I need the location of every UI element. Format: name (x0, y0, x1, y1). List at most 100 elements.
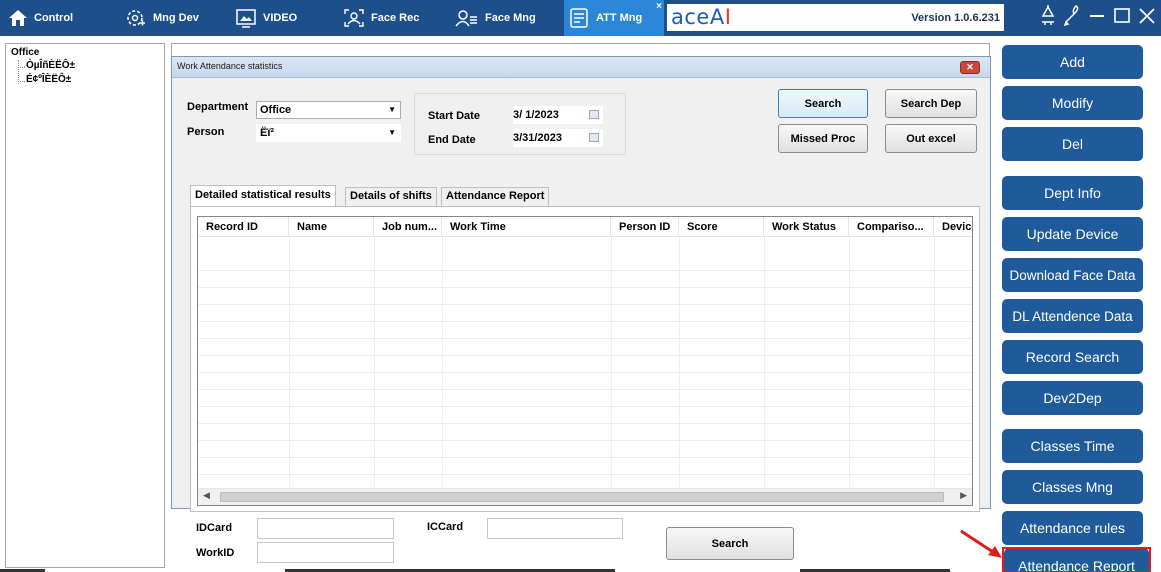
top-navigation-bar: Control Mng Dev VIDEO Face Rec Face Mng … (0, 0, 1161, 36)
classes-time-button[interactable]: Classes Time (1002, 429, 1143, 463)
results-table[interactable]: Record ID Name Job num... Work Time Pers… (197, 216, 973, 506)
tab-close-icon[interactable]: × (656, 1, 662, 12)
tab-detailed-results[interactable]: Detailed statistical results (190, 185, 336, 207)
table-row[interactable] (198, 271, 972, 288)
modify-button[interactable]: Modify (1002, 86, 1143, 120)
attendance-rules-button[interactable]: Attendance rules (1002, 511, 1143, 545)
start-date-label: Start Date (428, 110, 480, 122)
table-row[interactable] (198, 322, 972, 339)
bottom-search-button[interactable]: Search (666, 527, 794, 560)
add-button[interactable]: Add (1002, 45, 1143, 79)
pin-icon[interactable] (1038, 4, 1058, 33)
tab-face-mng[interactable]: Face Mng (455, 0, 555, 36)
column-header[interactable]: Device (934, 217, 972, 237)
scroll-left-icon[interactable]: ◀ (203, 490, 210, 501)
iccard-input[interactable] (487, 518, 623, 539)
column-header[interactable]: Work Status (764, 217, 849, 237)
table-row[interactable] (198, 254, 972, 271)
download-face-data-button[interactable]: Download Face Data (1002, 258, 1143, 292)
search-button[interactable]: Search (778, 89, 868, 118)
table-column-line (679, 237, 680, 487)
table-column-line (289, 237, 290, 487)
department-tree[interactable]: Office ÒµÎñÈËÔ± É¢ºÎÈËÔ± (5, 43, 165, 568)
dl-attendence-data-button[interactable]: DL Attendence Data (1002, 299, 1143, 333)
table-row[interactable] (198, 407, 972, 424)
table-row[interactable] (198, 373, 972, 390)
chevron-down-icon: ▼ (388, 128, 396, 137)
tab-face-rec-label: Face Rec (371, 12, 420, 24)
dialog-close-button[interactable]: ✕ (960, 61, 980, 74)
calendar-icon (589, 110, 599, 119)
annotation-arrow-icon (960, 529, 1002, 558)
tab-attendance-report[interactable]: Attendance Report (441, 187, 550, 206)
face-recognition-icon (343, 8, 365, 28)
tree-node-child-2[interactable]: É¢ºÎÈËÔ± (26, 74, 71, 85)
table-column-line (442, 237, 443, 487)
column-header[interactable]: Person ID (611, 217, 679, 237)
tab-video-label: VIDEO (263, 12, 298, 24)
missed-proc-button[interactable]: Missed Proc (778, 124, 868, 153)
start-date-picker[interactable]: 3/ 1/2023 (513, 106, 603, 124)
horizontal-scrollbar[interactable]: ◀ ▶ (198, 488, 972, 505)
tab-details-of-shifts[interactable]: Details of shifts (345, 187, 437, 206)
skin-icon[interactable] (1062, 4, 1084, 33)
table-column-line (611, 237, 612, 487)
tree-node-child-1[interactable]: ÒµÎñÈËÔ± (26, 60, 75, 71)
out-excel-button[interactable]: Out excel (885, 124, 977, 153)
tree-node-office[interactable]: Office (11, 47, 39, 58)
tab-face-mng-label: Face Mng (485, 12, 536, 24)
column-header[interactable]: Job num... (374, 217, 442, 237)
dialog-title: Work Attendance statistics (177, 61, 283, 71)
tab-face-rec[interactable]: Face Rec (343, 0, 443, 36)
column-header[interactable]: Work Time (442, 217, 611, 237)
department-value: Office (260, 104, 292, 116)
dialog-title-bar[interactable]: Work Attendance statistics ✕ (172, 57, 990, 78)
scrollbar-thumb[interactable] (220, 492, 944, 502)
scroll-right-icon[interactable]: ▶ (960, 490, 967, 501)
table-row[interactable] (198, 339, 972, 356)
column-header[interactable]: Name (289, 217, 374, 237)
tab-att-mng[interactable]: ATT Mng × (564, 0, 664, 36)
table-row[interactable] (198, 305, 972, 322)
end-date-picker[interactable]: 3/31/2023 (513, 129, 603, 147)
department-select[interactable]: Office ▼ (256, 101, 401, 119)
tree-connector (18, 81, 25, 82)
classes-mng-button[interactable]: Classes Mng (1002, 470, 1143, 504)
record-search-button[interactable]: Record Search (1002, 340, 1143, 374)
column-header[interactable]: Record ID (198, 217, 289, 237)
minimize-icon[interactable] (1088, 4, 1106, 33)
update-device-button[interactable]: Update Device (1002, 217, 1143, 251)
brand-logo: aceAI (671, 5, 732, 29)
table-row[interactable] (198, 441, 972, 458)
table-row[interactable] (198, 424, 972, 441)
idcard-input[interactable] (257, 518, 394, 539)
workid-input[interactable] (257, 542, 394, 563)
home-icon (8, 9, 28, 27)
department-label: Department (187, 101, 249, 113)
dev2dep-button[interactable]: Dev2Dep (1002, 381, 1143, 415)
video-icon (235, 8, 257, 28)
column-header[interactable]: Compariso... (849, 217, 934, 237)
close-icon[interactable] (1138, 4, 1156, 33)
tab-mng-dev[interactable]: Mng Dev (125, 0, 223, 36)
tab-video[interactable]: VIDEO (235, 0, 325, 36)
tab-control[interactable]: Control (8, 0, 110, 36)
tab-att-mng-label: ATT Mng (596, 12, 643, 24)
table-row[interactable] (198, 288, 972, 305)
delete-button[interactable]: Del (1002, 127, 1143, 161)
table-row[interactable] (198, 356, 972, 373)
table-row[interactable] (198, 390, 972, 407)
idcard-label: IDCard (196, 522, 233, 534)
person-select[interactable]: Ëï² ▼ (256, 124, 401, 142)
person-label: Person (187, 126, 225, 138)
dept-info-button[interactable]: Dept Info (1002, 176, 1143, 210)
chevron-down-icon: ▼ (388, 105, 396, 114)
maximize-icon[interactable] (1113, 4, 1131, 33)
search-dep-button[interactable]: Search Dep (885, 89, 977, 118)
table-row[interactable] (198, 458, 972, 475)
workid-label: WorkID (196, 547, 235, 559)
column-header[interactable]: Score (679, 217, 764, 237)
calendar-icon (589, 133, 599, 142)
tab-panel: Record ID Name Job num... Work Time Pers… (190, 206, 980, 512)
work-attendance-dialog: Work Attendance statistics ✕ Department … (171, 56, 991, 512)
